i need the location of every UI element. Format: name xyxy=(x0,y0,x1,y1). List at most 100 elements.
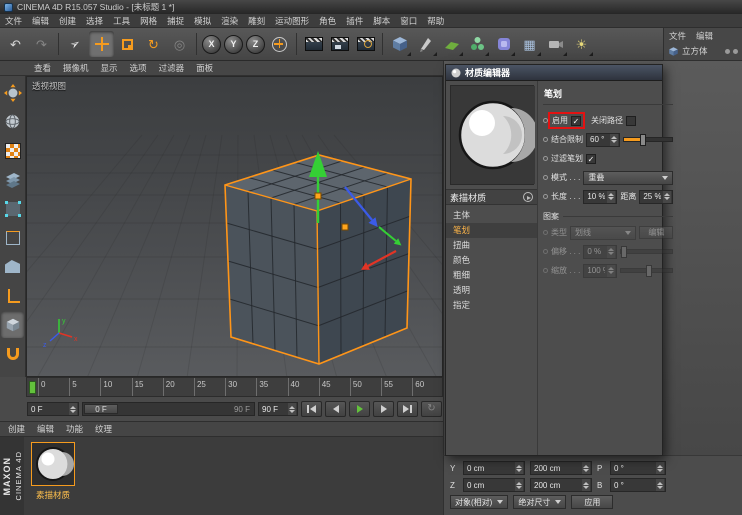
scale-slider[interactable] xyxy=(620,268,673,273)
deformer-button[interactable] xyxy=(491,31,516,57)
texture-mode-button[interactable] xyxy=(1,137,24,164)
make-editable-button[interactable] xyxy=(1,79,24,106)
offset-slider[interactable] xyxy=(620,249,673,254)
size-mode-dropdown[interactable]: 绝对尺寸 xyxy=(513,495,566,509)
stepper-icon[interactable] xyxy=(582,479,590,491)
viewport-view-label[interactable]: 透视视图 xyxy=(32,80,66,92)
stepper-icon[interactable] xyxy=(607,191,615,203)
menu-mograph[interactable]: 运动图形 xyxy=(270,15,314,27)
menu-file[interactable]: 文件 xyxy=(0,15,27,27)
param-dot-icon[interactable] xyxy=(543,230,548,235)
menu-select[interactable]: 选择 xyxy=(81,15,108,27)
param-dot-icon[interactable] xyxy=(543,268,548,273)
distance-field[interactable]: 25 % xyxy=(639,190,673,204)
menu-simulate[interactable]: 模拟 xyxy=(189,15,216,27)
stepper-icon[interactable] xyxy=(656,462,664,474)
param-dot-icon[interactable] xyxy=(543,175,548,180)
edges-mode-button[interactable] xyxy=(1,224,24,251)
mode-dropdown[interactable]: 重叠 xyxy=(583,171,673,185)
add-camera-button[interactable] xyxy=(543,31,568,57)
mograph-button[interactable] xyxy=(465,31,490,57)
menu-script[interactable]: 脚本 xyxy=(368,15,395,27)
material-preview[interactable] xyxy=(450,85,534,185)
object-manager-menu-edit[interactable]: 编辑 xyxy=(696,30,713,42)
size-y-field[interactable]: 200 cm xyxy=(530,461,592,475)
param-dot-icon[interactable] xyxy=(543,137,548,142)
rotation-b-field[interactable]: 0 ° xyxy=(610,478,666,492)
viewport-3d[interactable]: 透视视图 yxz xyxy=(26,76,443,377)
material-menu-create[interactable]: 创建 xyxy=(8,423,25,435)
timeline-ruler[interactable]: 051015202530354045505560 xyxy=(26,377,443,397)
spline-pen-button[interactable] xyxy=(413,31,438,57)
stepper-icon[interactable] xyxy=(515,462,523,474)
render-picture-viewer-button[interactable] xyxy=(327,31,352,57)
menu-help[interactable]: 帮助 xyxy=(422,15,449,27)
viewport-menu-display[interactable]: 显示 xyxy=(95,62,124,74)
position-y-field[interactable]: 0 cm xyxy=(463,461,525,475)
add-cube-primitive-button[interactable] xyxy=(387,31,412,57)
length-field[interactable]: 10 % xyxy=(583,190,617,204)
channel-item-color[interactable]: 颜色 xyxy=(446,253,537,268)
add-floor-button[interactable] xyxy=(439,31,464,57)
material-thumbnail[interactable] xyxy=(31,442,75,486)
viewport-menu-panel[interactable]: 面板 xyxy=(190,62,219,74)
material-editor-material-name[interactable]: 素描材质 xyxy=(450,191,520,204)
apply-button[interactable]: 应用 xyxy=(571,495,613,509)
menu-render[interactable]: 渲染 xyxy=(216,15,243,27)
material-menu-edit[interactable]: 编辑 xyxy=(37,423,54,435)
viewport-menu-options[interactable]: 选项 xyxy=(124,62,153,74)
menu-create[interactable]: 创建 xyxy=(54,15,81,27)
scale-tool-button[interactable] xyxy=(115,31,140,57)
current-frame-field[interactable]: 0 F xyxy=(27,402,79,416)
channel-item-assign[interactable]: 指定 xyxy=(446,298,537,313)
param-dot-icon[interactable] xyxy=(543,194,548,199)
stepper-icon[interactable] xyxy=(288,403,296,415)
menu-edit[interactable]: 编辑 xyxy=(27,15,54,27)
play-button[interactable] xyxy=(349,401,370,417)
viewport-menu-view[interactable]: 查看 xyxy=(28,62,57,74)
goto-start-button[interactable] xyxy=(301,401,322,417)
join-limit-slider[interactable] xyxy=(623,137,673,142)
stepper-icon[interactable] xyxy=(607,265,615,277)
enable-checkbox[interactable]: ✓ xyxy=(571,116,581,126)
add-light-button[interactable]: ☀ xyxy=(569,31,594,57)
menu-tools[interactable]: 工具 xyxy=(108,15,135,27)
viewport-menu-filter[interactable]: 过滤器 xyxy=(153,62,191,74)
material-name-label[interactable]: 素描材质 xyxy=(24,489,82,501)
viewport-solo-button[interactable] xyxy=(1,311,24,338)
edit-pattern-button[interactable]: 编辑 xyxy=(639,226,673,239)
material-menu-function[interactable]: 功能 xyxy=(66,423,83,435)
menu-sculpt[interactable]: 雕刻 xyxy=(243,15,270,27)
channel-item-distort[interactable]: 扭曲 xyxy=(446,238,537,253)
menu-window[interactable]: 窗口 xyxy=(395,15,422,27)
render-settings-button[interactable] xyxy=(353,31,378,57)
object-list-item-cube[interactable]: 立方体 xyxy=(664,44,742,58)
polygons-mode-button[interactable] xyxy=(1,253,24,280)
type-dropdown[interactable]: 划线 xyxy=(570,226,636,240)
redo-button[interactable]: ↷ xyxy=(29,31,54,57)
workplane-mode-button[interactable] xyxy=(1,166,24,193)
timeline-range-slider[interactable]: 0 F 90 F xyxy=(82,402,255,416)
stepper-icon[interactable] xyxy=(663,191,671,203)
render-view-button[interactable] xyxy=(301,31,326,57)
lock-z-axis-button[interactable]: Z xyxy=(246,35,265,54)
load-material-icon[interactable] xyxy=(523,192,533,202)
menu-plugins[interactable]: 插件 xyxy=(341,15,368,27)
last-used-tool-button[interactable]: ◎ xyxy=(167,31,192,57)
object-manager-menu-file[interactable]: 文件 xyxy=(669,30,686,42)
stepper-icon[interactable] xyxy=(69,403,77,415)
position-z-field[interactable]: 0 cm xyxy=(463,478,525,492)
menu-character[interactable]: 角色 xyxy=(314,15,341,27)
filter-strokes-checkbox[interactable]: ✓ xyxy=(586,154,596,164)
stepper-icon[interactable] xyxy=(607,246,615,258)
live-selection-tool-button[interactable]: ➢ xyxy=(63,31,88,57)
channel-item-thickness[interactable]: 粗细 xyxy=(446,268,537,283)
lock-x-axis-button[interactable]: X xyxy=(202,35,221,54)
stepper-icon[interactable] xyxy=(656,479,664,491)
playhead-marker[interactable] xyxy=(29,381,36,394)
next-frame-button[interactable] xyxy=(373,401,394,417)
close-path-checkbox[interactable] xyxy=(626,116,636,126)
end-frame-field[interactable]: 90 F xyxy=(258,402,298,416)
loop-playback-button[interactable]: ↻ xyxy=(421,401,442,417)
rotation-p-field[interactable]: 0 ° xyxy=(610,461,666,475)
